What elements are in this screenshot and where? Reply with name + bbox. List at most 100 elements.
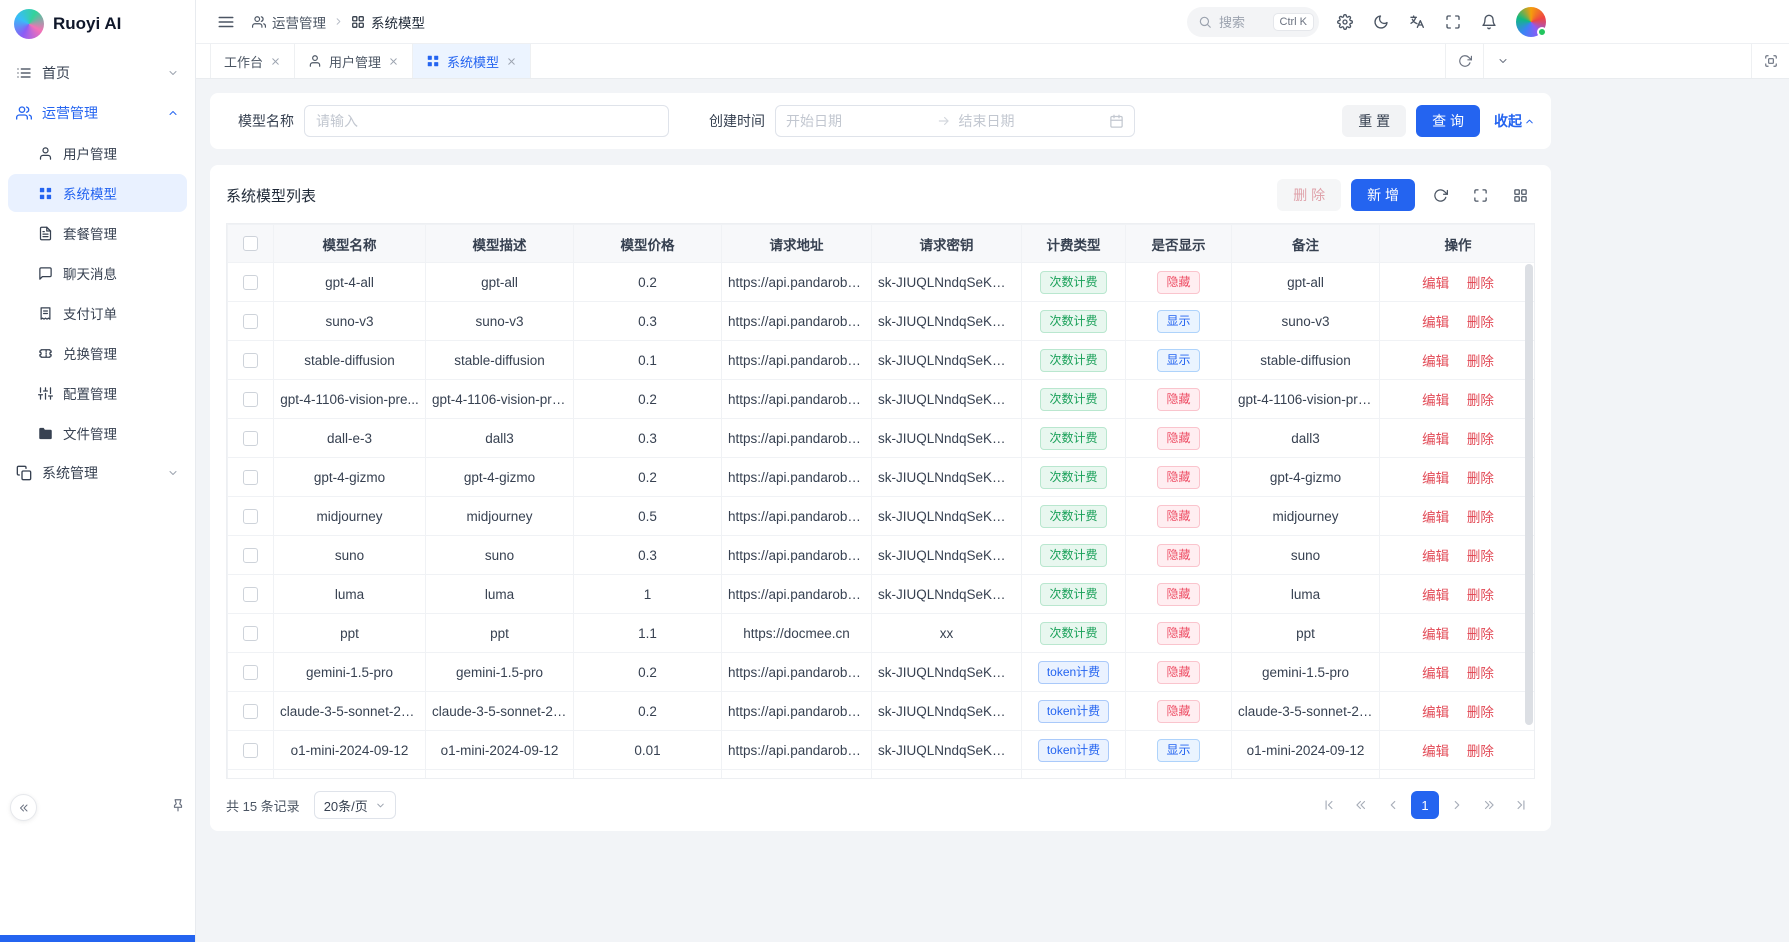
sidebar-collapse-button[interactable] <box>10 794 37 821</box>
row-checkbox[interactable] <box>243 587 258 602</box>
edit-link[interactable]: 编辑 <box>1422 432 1449 447</box>
sidebar-item-package-mgmt[interactable]: 套餐管理 <box>8 214 187 252</box>
cell-model-price: 0.3 <box>574 536 722 575</box>
row-checkbox[interactable] <box>243 392 258 407</box>
page-size-select[interactable]: 20条/页 <box>314 791 396 819</box>
query-button[interactable]: 查 询 <box>1416 105 1480 137</box>
edit-link[interactable]: 编辑 <box>1422 744 1449 759</box>
bulk-delete-button[interactable]: 删 除 <box>1277 179 1341 211</box>
edit-link[interactable]: 编辑 <box>1422 588 1449 603</box>
sidebar-item-operations[interactable]: 运营管理 <box>8 94 187 132</box>
table-refresh-button[interactable] <box>1425 180 1455 210</box>
sidebar-item-chat-messages[interactable]: 聊天消息 <box>8 254 187 292</box>
scrollbar-thumb[interactable] <box>1525 264 1533 725</box>
fullscreen-button[interactable] <box>1437 6 1469 38</box>
table-fullscreen-button[interactable] <box>1465 180 1495 210</box>
close-icon[interactable] <box>270 56 281 67</box>
sidebar-item-home[interactable]: 首页 <box>8 54 187 92</box>
delete-link[interactable]: 删除 <box>1467 588 1494 603</box>
tab-system-model[interactable]: 系统模型 <box>413 44 531 78</box>
edit-link[interactable]: 编辑 <box>1422 276 1449 291</box>
tab-menu-button[interactable] <box>1483 44 1521 78</box>
row-checkbox[interactable] <box>243 704 258 719</box>
delete-link[interactable]: 删除 <box>1467 354 1494 369</box>
end-date-input[interactable] <box>959 113 1102 129</box>
cell-billing-type: 次数计费 <box>1022 614 1126 653</box>
row-checkbox[interactable] <box>243 509 258 524</box>
settings-button[interactable] <box>1329 6 1361 38</box>
row-checkbox[interactable] <box>243 275 258 290</box>
edit-link[interactable]: 编辑 <box>1422 354 1449 369</box>
next-page-button[interactable] <box>1443 791 1471 819</box>
tab-refresh-button[interactable] <box>1445 44 1483 78</box>
delete-link[interactable]: 删除 <box>1467 471 1494 486</box>
row-checkbox[interactable] <box>243 314 258 329</box>
breadcrumb-item-operations[interactable]: 运营管理 <box>252 12 326 32</box>
sidebar-item-payment-orders[interactable]: 支付订单 <box>8 294 187 332</box>
global-search[interactable]: 搜索 Ctrl K <box>1187 7 1319 37</box>
row-checkbox[interactable] <box>243 626 258 641</box>
delete-link[interactable]: 删除 <box>1467 432 1494 447</box>
jump-back-button[interactable] <box>1347 791 1375 819</box>
row-checkbox[interactable] <box>243 470 258 485</box>
reset-button[interactable]: 重 置 <box>1342 105 1406 137</box>
sidebar-item-user-mgmt[interactable]: 用户管理 <box>8 134 187 172</box>
first-page-button[interactable] <box>1315 791 1343 819</box>
create-time-range-picker[interactable] <box>775 105 1135 137</box>
close-icon[interactable] <box>506 56 517 67</box>
sidebar-item-system-model[interactable]: 系统模型 <box>8 174 187 212</box>
content-maximize-button[interactable] <box>1751 44 1789 78</box>
edit-link[interactable]: 编辑 <box>1422 471 1449 486</box>
language-button[interactable] <box>1401 6 1433 38</box>
last-page-button[interactable] <box>1507 791 1535 819</box>
column-settings-button[interactable] <box>1505 180 1535 210</box>
sidebar-item-config-mgmt[interactable]: 配置管理 <box>8 374 187 412</box>
delete-link[interactable]: 删除 <box>1467 666 1494 681</box>
edit-link[interactable]: 编辑 <box>1422 549 1449 564</box>
table-row: o1-mini-2024-09-12 o1-mini-2024-09-12 0.… <box>228 731 1536 770</box>
sidebar-toggle-button[interactable] <box>210 6 242 38</box>
select-all-checkbox[interactable] <box>243 236 258 251</box>
cell-model-name: dall-e-3 <box>274 419 426 458</box>
notifications-button[interactable] <box>1473 6 1505 38</box>
user-menu[interactable] <box>1515 6 1547 38</box>
prev-page-button[interactable] <box>1379 791 1407 819</box>
delete-link[interactable]: 删除 <box>1467 549 1494 564</box>
delete-link[interactable]: 删除 <box>1467 315 1494 330</box>
edit-link[interactable]: 编辑 <box>1422 510 1449 525</box>
table-scrollbar[interactable] <box>1525 264 1533 776</box>
sidebar-item-file-mgmt[interactable]: 文件管理 <box>8 414 187 452</box>
edit-link[interactable]: 编辑 <box>1422 393 1449 408</box>
delete-link[interactable]: 删除 <box>1467 393 1494 408</box>
sidebar-item-label: 兑换管理 <box>63 343 117 363</box>
row-checkbox[interactable] <box>243 353 258 368</box>
collapse-filter-link[interactable]: 收起 <box>1494 111 1535 131</box>
close-icon[interactable] <box>388 56 399 67</box>
sidebar-item-label: 聊天消息 <box>63 263 117 283</box>
add-button[interactable]: 新 增 <box>1351 179 1415 211</box>
model-name-input[interactable] <box>304 105 669 137</box>
order-icon <box>38 306 53 321</box>
tab-user-mgmt[interactable]: 用户管理 <box>295 44 413 78</box>
sidebar-item-system-mgmt[interactable]: 系统管理 <box>8 454 187 492</box>
edit-link[interactable]: 编辑 <box>1422 315 1449 330</box>
sidebar-pin-button[interactable] <box>171 798 185 812</box>
edit-link[interactable]: 编辑 <box>1422 666 1449 681</box>
delete-link[interactable]: 删除 <box>1467 510 1494 525</box>
page-number-button[interactable]: 1 <box>1411 791 1439 819</box>
sidebar-item-redeem-mgmt[interactable]: 兑换管理 <box>8 334 187 372</box>
row-checkbox[interactable] <box>243 548 258 563</box>
row-checkbox[interactable] <box>243 431 258 446</box>
delete-link[interactable]: 删除 <box>1467 705 1494 720</box>
delete-link[interactable]: 删除 <box>1467 744 1494 759</box>
jump-forward-button[interactable] <box>1475 791 1503 819</box>
tab-workbench[interactable]: 工作台 <box>210 44 295 78</box>
start-date-input[interactable] <box>786 113 929 129</box>
row-checkbox[interactable] <box>243 743 258 758</box>
delete-link[interactable]: 删除 <box>1467 627 1494 642</box>
delete-link[interactable]: 删除 <box>1467 276 1494 291</box>
edit-link[interactable]: 编辑 <box>1422 705 1449 720</box>
row-checkbox[interactable] <box>243 665 258 680</box>
edit-link[interactable]: 编辑 <box>1422 627 1449 642</box>
theme-toggle-button[interactable] <box>1365 6 1397 38</box>
